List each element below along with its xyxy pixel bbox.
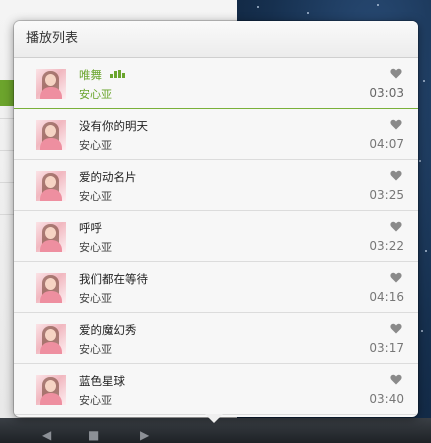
song-title: 蓝色星球 bbox=[79, 374, 125, 388]
song-row[interactable]: 爱的动名片 安心亚 03:25 bbox=[14, 160, 418, 211]
album-cover-thumbnail bbox=[36, 324, 66, 354]
next-icon[interactable]: ▶ bbox=[140, 429, 149, 441]
song-row[interactable]: 唯舞 安心亚 03:03 bbox=[14, 58, 418, 109]
song-row[interactable]: 呼呼 安心亚 03:22 bbox=[14, 211, 418, 262]
playlist-popover: 播放列表 唯舞 安心亚 03:03 没有你的明天 安心亚 04:07 爱的动名片… bbox=[14, 21, 418, 417]
song-row[interactable]: 爱的魔幻秀 安心亚 03:17 bbox=[14, 313, 418, 364]
playlist-header: 播放列表 bbox=[14, 21, 418, 58]
song-artist: 安心亚 bbox=[79, 139, 112, 152]
song-duration: 03:17 bbox=[369, 341, 404, 355]
song-title: 爱的动名片 bbox=[79, 170, 137, 184]
stop-icon[interactable]: ■ bbox=[88, 429, 99, 441]
song-duration: 03:40 bbox=[369, 392, 404, 406]
heart-icon[interactable] bbox=[390, 323, 402, 334]
popover-arrow bbox=[205, 414, 223, 423]
equalizer-icon bbox=[110, 70, 128, 78]
heart-icon[interactable] bbox=[390, 221, 402, 232]
album-cover-thumbnail bbox=[36, 171, 66, 201]
song-duration: 04:16 bbox=[369, 290, 404, 304]
song-list: 唯舞 安心亚 03:03 没有你的明天 安心亚 04:07 爱的动名片 安心亚 … bbox=[14, 58, 418, 415]
album-cover-thumbnail bbox=[36, 222, 66, 252]
heart-icon[interactable] bbox=[390, 119, 402, 130]
song-artist: 安心亚 bbox=[79, 343, 112, 356]
heart-icon[interactable] bbox=[390, 170, 402, 181]
album-cover-thumbnail bbox=[36, 375, 66, 405]
album-cover-thumbnail bbox=[36, 120, 66, 150]
song-duration: 04:07 bbox=[369, 137, 404, 151]
song-duration: 03:25 bbox=[369, 188, 404, 202]
heart-icon[interactable] bbox=[390, 68, 402, 79]
song-artist: 安心亚 bbox=[79, 394, 112, 407]
song-title: 呼呼 bbox=[79, 221, 102, 235]
album-cover-thumbnail bbox=[36, 69, 66, 99]
song-row[interactable]: 我们都在等待 安心亚 04:16 bbox=[14, 262, 418, 313]
song-duration: 03:22 bbox=[369, 239, 404, 253]
song-title: 唯舞 bbox=[79, 68, 102, 82]
previous-icon[interactable]: ◀ bbox=[42, 429, 51, 441]
song-row[interactable]: 蓝色星球 安心亚 03:40 bbox=[14, 364, 418, 415]
song-artist: 安心亚 bbox=[79, 88, 112, 101]
album-cover-thumbnail bbox=[36, 273, 66, 303]
heart-icon[interactable] bbox=[390, 374, 402, 385]
song-row[interactable]: 没有你的明天 安心亚 04:07 bbox=[14, 109, 418, 160]
heart-icon[interactable] bbox=[390, 272, 402, 283]
song-title: 爱的魔幻秀 bbox=[79, 323, 137, 337]
song-artist: 安心亚 bbox=[79, 190, 112, 203]
song-artist: 安心亚 bbox=[79, 292, 112, 305]
song-artist: 安心亚 bbox=[79, 241, 112, 254]
song-duration: 03:03 bbox=[369, 86, 404, 100]
song-title: 我们都在等待 bbox=[79, 272, 148, 286]
song-title: 没有你的明天 bbox=[79, 119, 148, 133]
